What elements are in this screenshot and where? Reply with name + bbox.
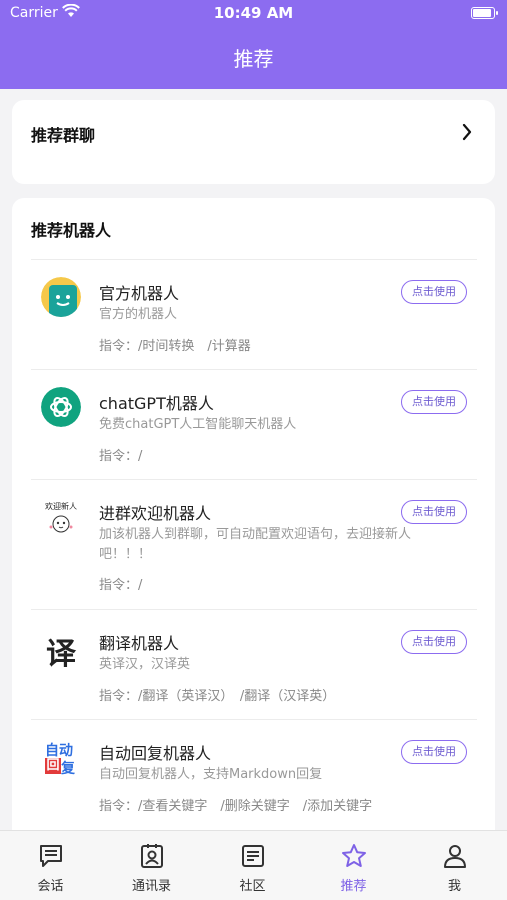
section-title: 推荐机器人 (31, 221, 112, 240)
tab-label: 推荐 (340, 879, 367, 894)
tab-me[interactable]: 我 (404, 831, 505, 900)
chevron-right-icon (461, 123, 473, 145)
star-icon (341, 843, 367, 869)
robot-description: 免费chatGPT人工智能聊天机器人 (99, 417, 297, 432)
page-title: 推荐 (233, 47, 274, 71)
tab-label: 我 (447, 879, 461, 894)
robot-name: 翻译机器人 (99, 634, 180, 653)
chat-icon (38, 843, 64, 869)
robot-name: 进群欢迎机器人 (99, 504, 212, 523)
robot-list-item: 译 翻译机器人 英译汉，汉译英 指令：/翻译（英译汉） /翻译（汉译英） 点击使… (31, 609, 477, 719)
robot-name: 官方机器人 (99, 284, 180, 303)
tab-label: 社区 (239, 879, 266, 894)
robot-description: 官方的机器人 (99, 307, 178, 322)
use-robot-button[interactable]: 点击使用 (401, 280, 467, 304)
tab-label: 会话 (37, 879, 64, 894)
avatar-caption-bottom-right: 复 (61, 761, 75, 777)
recommended-robots-card: 推荐机器人 官方机器人 官方的机器人 指令：/时间转换 /计算器 点击使用 ch… (12, 198, 495, 898)
use-robot-button[interactable]: 点击使用 (401, 740, 467, 764)
nav-header: Carrier 10:49 AM 推荐 (0, 0, 507, 89)
profile-icon (442, 843, 468, 869)
official-bot-icon (41, 277, 81, 317)
tab-label: 通讯录 (131, 879, 171, 894)
contacts-icon (139, 843, 165, 869)
auto-reply-icon: 自动 回 复 (41, 737, 81, 777)
tab-community[interactable]: 社区 (202, 831, 303, 900)
robot-list-item: 自动 回 复 自动回复机器人 自动回复机器人，支持Markdown回复 指令：/… (31, 719, 477, 829)
use-robot-button[interactable]: 点击使用 (401, 390, 467, 414)
avatar-caption-bottom-left: 回 (45, 758, 61, 774)
robot-name: 自动回复机器人 (99, 744, 212, 763)
robot-list-item: chatGPT机器人 免费chatGPT人工智能聊天机器人 指令：/ 点击使用 (31, 369, 477, 479)
robot-description: 自动回复机器人，支持Markdown回复 (99, 767, 323, 782)
robot-description: 加该机器人到群聊，可自动配置欢迎语句，去迎接新人吧！！！ (99, 527, 412, 562)
robot-commands: 指令：/ (99, 578, 143, 593)
robot-list-item: 官方机器人 官方的机器人 指令：/时间转换 /计算器 点击使用 (31, 259, 477, 369)
tab-bar: 会话 通讯录 社区 推荐 我 (0, 830, 507, 900)
robot-commands: 指令：/翻译（英译汉） /翻译（汉译英） (99, 689, 336, 704)
use-robot-button[interactable]: 点击使用 (401, 500, 467, 524)
robot-commands: 指令：/时间转换 /计算器 (99, 339, 251, 354)
chatgpt-logo-icon (41, 387, 81, 427)
robot-commands: 指令：/查看关键字 /删除关键字 /添加关键字 (99, 799, 373, 814)
battery-icon (471, 7, 498, 19)
robot-list-item: 欢迎新人 进群欢迎机器人 加该机器人到群聊，可自动配置欢迎语句，去迎接新人吧！！… (31, 479, 477, 609)
tab-contacts[interactable]: 通讯录 (101, 831, 202, 900)
robot-name: chatGPT机器人 (99, 394, 214, 413)
robot-commands: 指令：/ (99, 449, 143, 464)
tab-chat[interactable]: 会话 (0, 831, 101, 900)
status-time: 10:49 AM (213, 4, 294, 22)
avatar-glyph: 译 (46, 637, 76, 667)
use-robot-button[interactable]: 点击使用 (401, 630, 467, 654)
recommended-groups-row[interactable]: 推荐群聊 (12, 100, 495, 184)
avatar-caption-top: 自动 (45, 743, 73, 759)
robot-description: 英译汉，汉译英 (99, 657, 191, 672)
tab-recommend[interactable]: 推荐 (303, 831, 404, 900)
recommended-groups-label: 推荐群聊 (31, 126, 96, 145)
community-icon (240, 843, 266, 869)
translate-icon: 译 (41, 627, 81, 667)
welcome-new-member-icon: 欢迎新人 (41, 497, 81, 537)
status-bar: Carrier 10:49 AM (0, 0, 507, 28)
